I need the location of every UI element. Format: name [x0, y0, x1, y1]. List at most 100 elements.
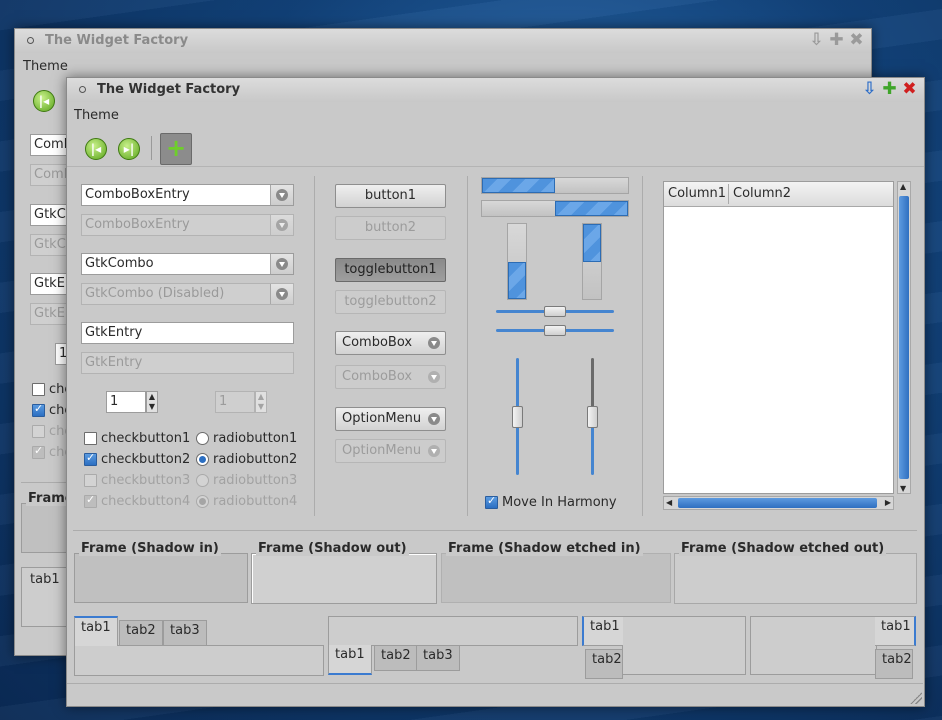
close-icon[interactable]: ✖	[848, 32, 865, 49]
column1-header[interactable]: Column1	[668, 186, 726, 201]
combobox-entry[interactable]: ComboBoxEntry	[81, 184, 294, 206]
notebook-bottom	[328, 616, 578, 646]
frame-shadow-out: Frame (Shadow out)	[251, 541, 437, 604]
gtkcombo[interactable]: GtkCombo	[81, 253, 294, 275]
frame-shadow-etched-in: Frame (Shadow etched in)	[441, 541, 671, 603]
radio-selected-icon[interactable]	[196, 453, 209, 466]
button1[interactable]: button1	[335, 184, 446, 208]
tree-view[interactable]: Column1 Column2	[663, 181, 894, 494]
column-separator	[467, 176, 468, 516]
go-last-icon[interactable]: ▸|	[118, 138, 140, 160]
back-window-title: The Widget Factory	[45, 33, 189, 48]
radio-icon	[196, 474, 209, 487]
toolbar-separator	[151, 136, 152, 160]
notebook-top-tab3[interactable]: tab3	[163, 620, 207, 646]
progress-bar-h1	[481, 177, 629, 194]
spin-disabled-arrows-icon: ▲ ▼	[255, 391, 267, 413]
frames-separator	[73, 530, 917, 531]
main-window[interactable]: The Widget Factory ⇩ ✚ ✖ Theme |◂ ▸| + C…	[66, 77, 925, 707]
checkbutton2[interactable]: checkbutton2	[84, 451, 190, 467]
main-window-buttons: ⇩ ✚ ✖	[861, 81, 918, 98]
resize-grip-icon[interactable]	[910, 692, 922, 704]
statusbar-separator	[67, 683, 923, 684]
maximize-icon[interactable]: ✚	[828, 32, 845, 49]
go-first-icon[interactable]: |◂	[85, 138, 107, 160]
togglebutton2: togglebutton2	[335, 290, 446, 314]
hscale-2-thumb[interactable]	[544, 325, 566, 336]
chevron-down-icon	[428, 413, 440, 425]
main-titlebar[interactable]: The Widget Factory ⇩ ✚ ✖	[67, 78, 924, 102]
maximize-icon[interactable]: ✚	[881, 81, 898, 98]
radio-selected-icon	[196, 495, 209, 508]
chevron-down-icon	[428, 337, 440, 349]
back-window-buttons: ⇩ ✚ ✖	[808, 32, 865, 49]
radiobutton1[interactable]: radiobutton1	[196, 431, 297, 446]
checkbox-checked-icon[interactable]	[84, 451, 97, 466]
menu-theme[interactable]: Theme	[74, 108, 119, 123]
back-titlebar[interactable]: The Widget Factory ⇩ ✚ ✖	[15, 29, 871, 53]
gtkentry-disabled: GtkEntry	[81, 352, 294, 374]
checkbutton4: checkbutton4	[84, 493, 190, 509]
first-icon[interactable]: |◂	[33, 90, 55, 112]
scrollbar-thumb[interactable]	[678, 498, 877, 508]
spin-disabled-value: 1	[215, 391, 255, 413]
minimize-icon[interactable]: ⇩	[808, 32, 825, 49]
window-menu-icon[interactable]	[79, 86, 86, 93]
button2: button2	[335, 216, 446, 240]
main-window-title: The Widget Factory	[97, 82, 241, 97]
scroll-up-icon[interactable]: ▲	[900, 182, 906, 191]
optionmenu[interactable]: OptionMenu	[335, 407, 446, 431]
spin-arrows-icon[interactable]: ▲ ▼	[146, 391, 158, 413]
scroll-down-icon[interactable]: ▼	[900, 484, 906, 493]
checkbox-icon[interactable]	[84, 432, 97, 445]
combobox-entry-disabled-dropdown	[270, 215, 293, 235]
progress-fill	[482, 178, 555, 193]
column-separator	[642, 176, 643, 516]
progress-fill	[555, 201, 628, 216]
scroll-left-icon[interactable]: ◀	[666, 497, 672, 509]
notebook-left	[622, 616, 746, 675]
spin-button[interactable]: 1 ▲ ▼	[106, 391, 158, 413]
hscale-1-thumb[interactable]	[544, 306, 566, 317]
main-menubar: Theme	[67, 104, 924, 128]
vscale-1-thumb[interactable]	[512, 405, 523, 428]
scroll-right-icon[interactable]: ▶	[885, 497, 891, 509]
tree-hscrollbar[interactable]: ◀ ▶	[663, 496, 894, 510]
tree-vscrollbar[interactable]: ▲ ▼	[897, 181, 911, 494]
notebook-right-tab1[interactable]: tab1	[875, 616, 916, 646]
close-icon[interactable]: ✖	[901, 81, 918, 98]
notebook-top	[74, 645, 324, 676]
add-toggle-icon[interactable]: +	[160, 133, 192, 165]
scrollbar-thumb[interactable]	[899, 196, 909, 479]
progress-bar-v1	[507, 223, 527, 300]
notebook-right-tab2[interactable]: tab2	[875, 649, 913, 679]
gtkentry[interactable]: GtkEntry	[81, 322, 294, 344]
spin-value[interactable]: 1	[106, 391, 146, 413]
vscale-2-thumb[interactable]	[587, 405, 598, 428]
minimize-icon[interactable]: ⇩	[861, 81, 878, 98]
togglebutton1[interactable]: togglebutton1	[335, 258, 446, 282]
notebook-bottom-tab1[interactable]: tab1	[328, 645, 372, 675]
radiobutton2[interactable]: radiobutton2	[196, 452, 297, 467]
combobox-disabled: ComboBox	[335, 365, 446, 389]
progress-bar-h2	[481, 200, 629, 217]
notebook-left-tab2[interactable]: tab2	[585, 649, 623, 679]
notebook-left-tab1[interactable]: tab1	[582, 616, 623, 646]
notebook-top-tab2[interactable]: tab2	[119, 620, 163, 646]
notebook-bottom-tab2[interactable]: tab2	[374, 645, 418, 671]
back-tab1[interactable]: tab1	[24, 570, 66, 589]
move-in-harmony-check[interactable]: Move In Harmony	[485, 494, 617, 510]
checkbox-checked-icon[interactable]	[485, 494, 498, 509]
column2-header[interactable]: Column2	[733, 186, 791, 201]
menu-theme[interactable]: Theme	[23, 59, 68, 74]
gtkcombo-dropdown[interactable]	[270, 254, 293, 274]
combobox-entry-dropdown[interactable]	[270, 185, 293, 205]
combobox-entry-disabled: ComboBoxEntry	[81, 214, 294, 236]
notebook-bottom-tab3[interactable]: tab3	[416, 645, 460, 671]
checkbutton1[interactable]: checkbutton1	[84, 431, 190, 446]
window-menu-icon[interactable]	[27, 37, 34, 44]
notebook-top-tab1[interactable]: tab1	[74, 616, 118, 646]
radio-icon[interactable]	[196, 432, 209, 445]
radiobutton4: radiobutton4	[196, 494, 297, 509]
combobox[interactable]: ComboBox	[335, 331, 446, 355]
